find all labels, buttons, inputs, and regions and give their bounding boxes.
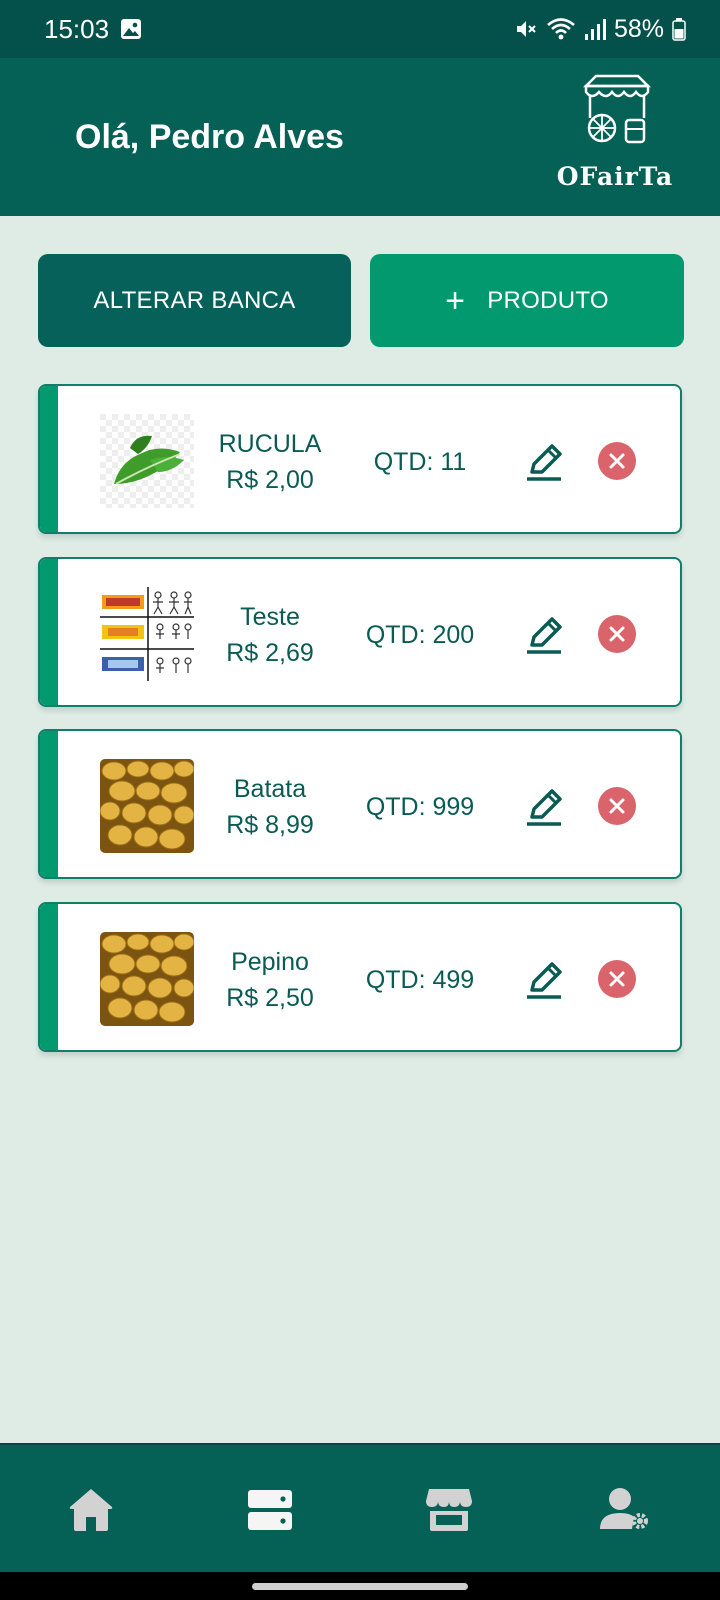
product-name: Teste bbox=[240, 603, 300, 631]
add-produto-button[interactable]: + PRODUTO bbox=[370, 254, 684, 347]
product-name: Batata bbox=[233, 775, 307, 803]
signal-icon bbox=[584, 19, 606, 40]
arugula-image bbox=[100, 414, 194, 508]
card-accent bbox=[40, 904, 58, 1050]
product-card: Teste R$ 2,69 QTD: 200 bbox=[38, 557, 682, 707]
card-accent bbox=[40, 559, 58, 705]
product-card: Batata R$ 8,99 QTD: 999 bbox=[38, 729, 682, 879]
product-price: R$ 2,00 bbox=[226, 466, 314, 494]
battery-icon bbox=[672, 18, 686, 41]
status-time: 15:03 bbox=[44, 14, 110, 44]
mute-icon bbox=[516, 21, 536, 37]
edit-icon[interactable] bbox=[524, 442, 564, 482]
product-qty: QTD: 999 bbox=[365, 793, 475, 821]
delete-icon[interactable] bbox=[598, 615, 636, 653]
delete-icon[interactable] bbox=[598, 787, 636, 825]
alterar-banca-button[interactable]: ALTERAR BANCA bbox=[38, 254, 351, 347]
delete-icon[interactable] bbox=[598, 960, 636, 998]
delete-icon[interactable] bbox=[598, 442, 636, 480]
user-settings-icon[interactable] bbox=[600, 1485, 650, 1535]
edit-icon[interactable] bbox=[524, 615, 564, 655]
potatoes-image bbox=[100, 932, 194, 1026]
close-icon bbox=[609, 626, 625, 642]
status-bar: 15:03 58% bbox=[0, 0, 720, 58]
wifi-icon bbox=[547, 18, 575, 40]
product-qty: QTD: 499 bbox=[365, 966, 475, 994]
status-icons: 58% bbox=[514, 12, 686, 46]
logo-text: OFairTa bbox=[556, 162, 674, 191]
gesture-bar bbox=[0, 1572, 720, 1600]
product-qty: QTD: 200 bbox=[365, 621, 475, 649]
battery-percent: 58% bbox=[613, 14, 664, 43]
bottom-nav bbox=[0, 1443, 720, 1572]
edit-icon[interactable] bbox=[524, 787, 564, 827]
close-icon bbox=[609, 798, 625, 814]
store-icon[interactable] bbox=[424, 1485, 474, 1535]
app-header: Olá, Pedro Alves OFairTa bbox=[0, 58, 720, 216]
card-accent bbox=[40, 386, 58, 532]
greeting-title: Olá, Pedro Alves bbox=[75, 118, 344, 156]
gesture-handle[interactable] bbox=[252, 1583, 468, 1590]
alterar-banca-label: ALTERAR BANCA bbox=[93, 286, 296, 314]
close-icon bbox=[609, 453, 625, 469]
gallery-icon bbox=[121, 19, 141, 39]
product-price: R$ 2,69 bbox=[226, 639, 314, 667]
plus-icon: + bbox=[445, 281, 466, 320]
close-icon bbox=[609, 971, 625, 987]
product-card: RUCULA R$ 2,00 QTD: 11 bbox=[38, 384, 682, 534]
anime-collage-image bbox=[100, 587, 194, 681]
add-produto-label: PRODUTO bbox=[487, 286, 609, 314]
product-card: Pepino R$ 2,50 QTD: 499 bbox=[38, 902, 682, 1052]
product-qty: QTD: 11 bbox=[373, 448, 467, 476]
edit-icon[interactable] bbox=[524, 960, 564, 1000]
server-icon[interactable] bbox=[245, 1485, 295, 1535]
product-name: Pepino bbox=[231, 948, 309, 976]
card-accent bbox=[40, 731, 58, 877]
home-icon[interactable] bbox=[66, 1485, 116, 1535]
product-price: R$ 8,99 bbox=[226, 811, 314, 839]
market-stall-icon bbox=[582, 74, 652, 144]
product-name: RUCULA bbox=[218, 430, 322, 458]
potatoes-image bbox=[100, 759, 194, 853]
product-price: R$ 2,50 bbox=[226, 984, 314, 1012]
